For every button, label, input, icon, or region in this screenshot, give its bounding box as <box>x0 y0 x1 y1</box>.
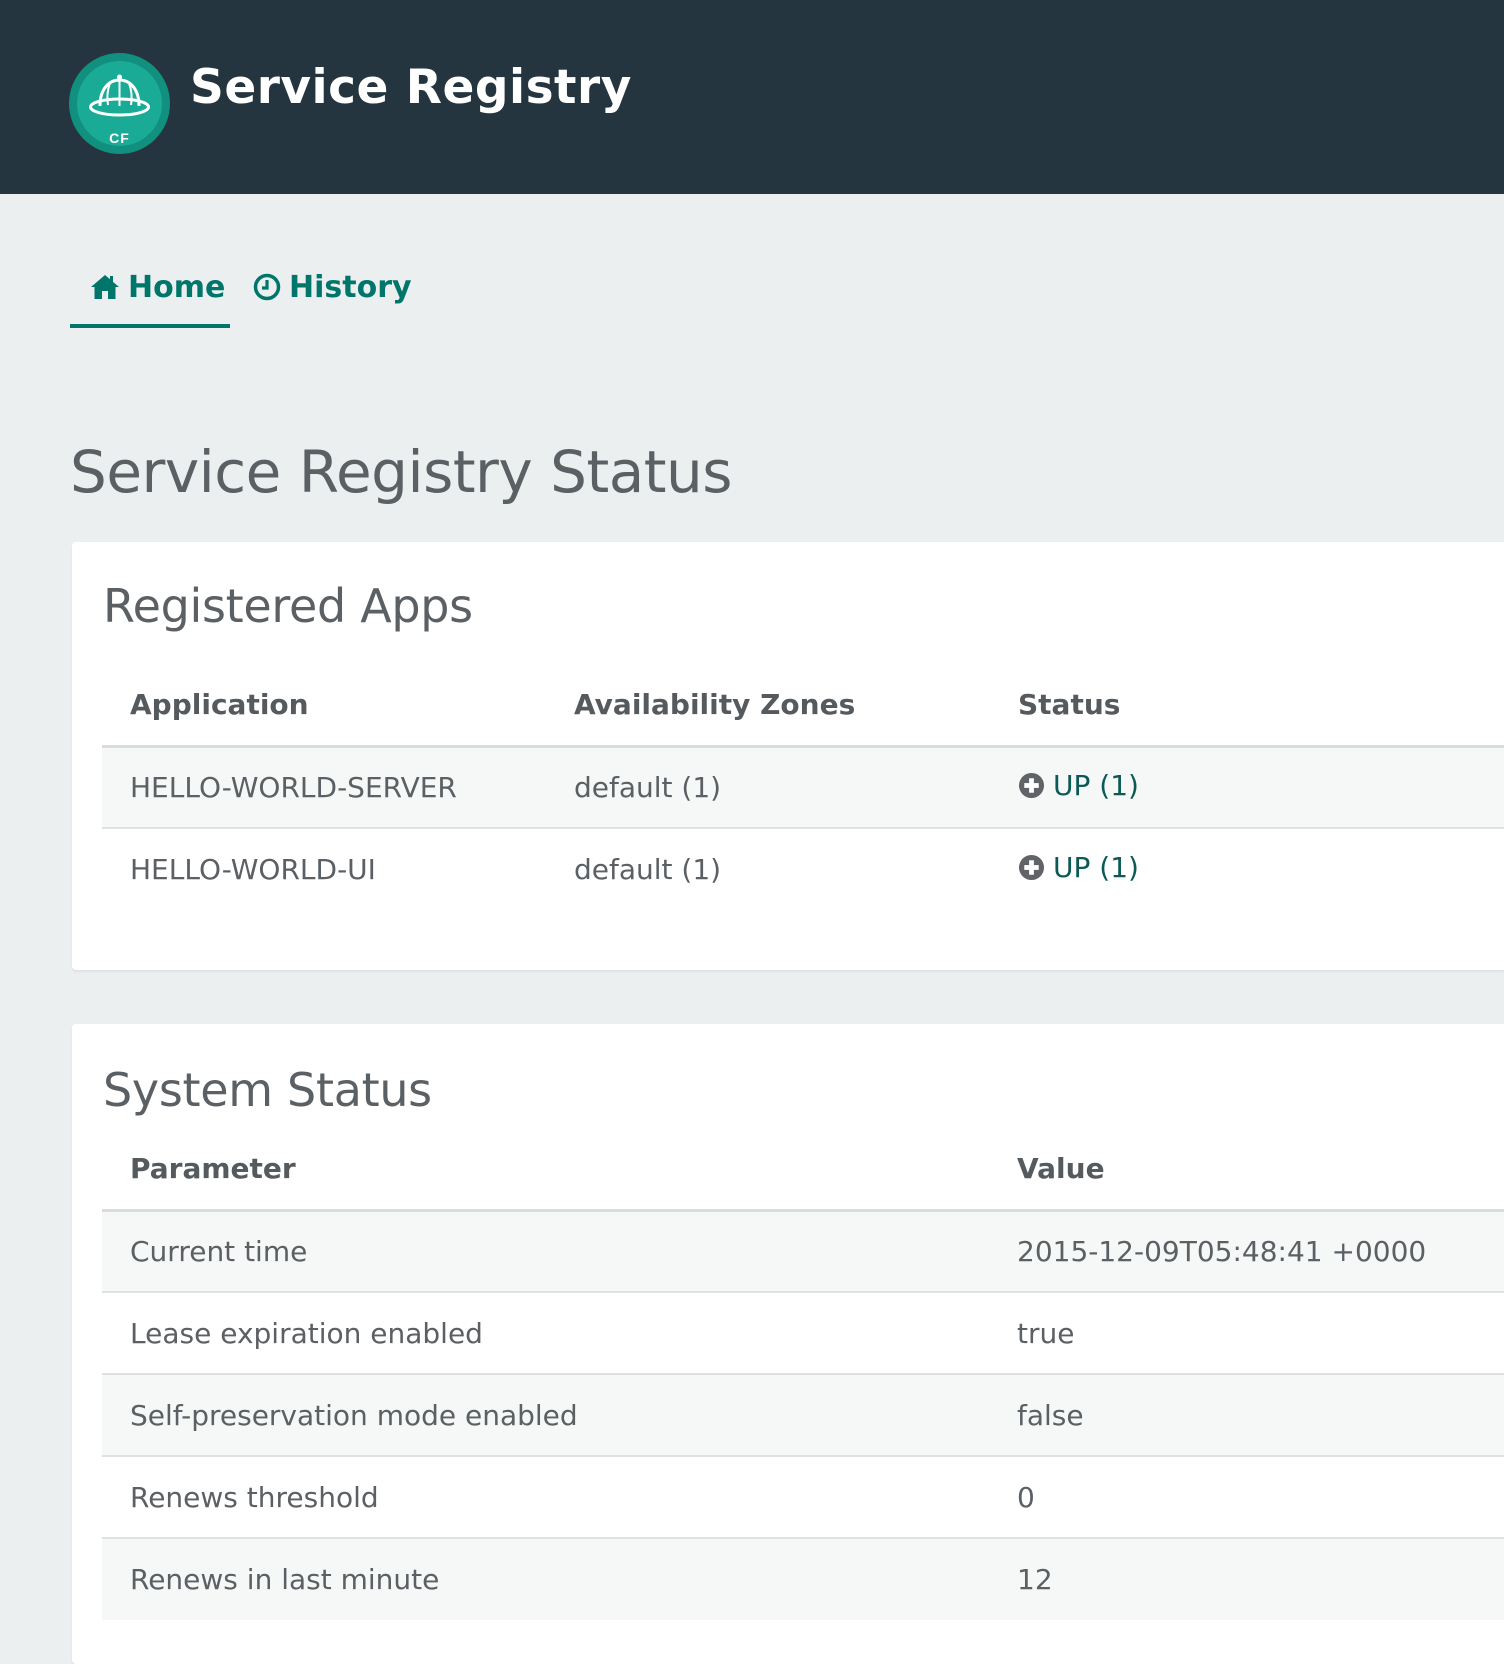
registered-apps-table: Application Availability Zones Status HE… <box>102 664 1504 910</box>
table-row: Renews in last minute 12 <box>102 1538 1504 1620</box>
app-status-label: UP (1) <box>1053 851 1139 884</box>
tab-history-label: History <box>289 270 412 305</box>
app-status[interactable]: UP (1) <box>1018 769 1139 802</box>
system-status-table: Parameter Value Current time 2015-12-09T… <box>102 1128 1504 1620</box>
column-header-zones[interactable]: Availability Zones <box>546 664 990 748</box>
system-status-title: System Status <box>103 1063 432 1117</box>
app-name: HELLO-WORLD-UI <box>130 853 376 886</box>
column-header-value[interactable]: Value <box>989 1128 1504 1212</box>
table-header-row: Application Availability Zones Status <box>102 664 1504 748</box>
table-row: Self-preservation mode enabled false <box>102 1374 1504 1457</box>
app-zones: default (1) <box>546 746 990 829</box>
table-header-row: Parameter Value <box>102 1128 1504 1212</box>
parameter-name: Self-preservation mode enabled <box>102 1374 989 1457</box>
page-title: Service Registry Status <box>70 438 733 506</box>
app-title[interactable]: Service Registry <box>190 58 632 118</box>
app-status[interactable]: UP (1) <box>1018 851 1139 884</box>
tab-home-label: Home <box>128 270 226 305</box>
parameter-name: Renews threshold <box>102 1456 989 1539</box>
parameter-name: Current time <box>102 1210 989 1293</box>
registered-apps-panel: Registered Apps Application Availability… <box>72 542 1504 970</box>
parameter-name: Renews in last minute <box>102 1538 989 1620</box>
column-header-status[interactable]: Status <box>990 664 1504 748</box>
registered-apps-title: Registered Apps <box>103 579 473 633</box>
parameter-value: false <box>989 1374 1504 1457</box>
app-status-cell: UP (1) <box>990 746 1504 829</box>
table-row: HELLO-WORLD-SERVER default (1) UP (1) <box>102 746 1504 829</box>
table-row: Current time 2015-12-09T05:48:41 +0000 <box>102 1210 1504 1293</box>
parameter-value: 0 <box>989 1456 1504 1539</box>
home-icon <box>90 273 120 308</box>
parameter-value: true <box>989 1292 1504 1375</box>
plus-circle-icon <box>1018 772 1045 798</box>
logo-label: CF <box>109 130 130 146</box>
app-status-label: UP (1) <box>1053 768 1139 802</box>
tab-history[interactable]: History <box>253 260 413 328</box>
parameter-value: 12 <box>989 1538 1504 1620</box>
tab-home[interactable]: Home <box>70 260 230 328</box>
app-zones: default (1) <box>574 853 722 886</box>
brand-logo[interactable]: CF <box>69 53 170 154</box>
column-header-application[interactable]: Application <box>102 664 546 748</box>
parameter-value: 2015-12-09T05:48:41 +0000 <box>989 1210 1504 1293</box>
plus-circle-icon <box>1018 854 1045 881</box>
clock-icon <box>253 273 281 309</box>
parameter-name: Lease expiration enabled <box>102 1292 989 1375</box>
system-status-panel: System Status Parameter Value Current ti… <box>72 1024 1504 1664</box>
table-row: Renews threshold 0 <box>102 1456 1504 1539</box>
table-row: HELLO-WORLD-UI default (1) UP (1) <box>102 828 1504 910</box>
top-header: CF Service Registry <box>0 0 1504 194</box>
table-row: Lease expiration enabled true <box>102 1292 1504 1375</box>
app-status-cell: UP (1) <box>990 828 1504 910</box>
app-name: HELLO-WORLD-SERVER <box>102 746 546 829</box>
hat-icon <box>89 74 150 117</box>
column-header-parameter[interactable]: Parameter <box>102 1128 989 1212</box>
